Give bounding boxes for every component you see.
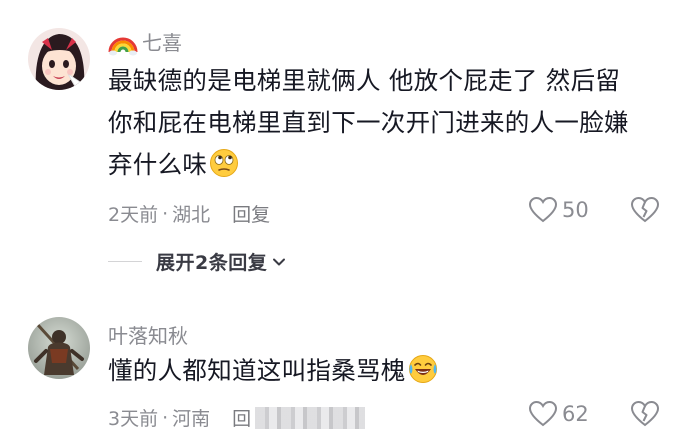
broken-heart-icon [630,196,660,223]
like-count: 50 [562,198,589,222]
divider [108,261,142,262]
redaction-overlay [255,407,366,429]
comment-time: 2天前 [108,204,159,226]
reply-button[interactable]: 回复 [232,200,270,227]
comment-text: 懂的人都知道这叫指桑骂槐 [108,350,668,392]
reply-label: 回 [232,408,252,430]
heart-outline-icon [528,196,558,223]
expand-replies-button[interactable]: 展开2条回复 [108,248,287,275]
comment-line-last: 弃什么味 [108,144,668,186]
heart-outline-icon [528,400,558,427]
like-button[interactable]: 62 [528,400,589,428]
avatar[interactable] [28,317,90,379]
expand-replies-label: 展开2条回复 [156,252,268,274]
comment-line-text: 弃什么味 [108,150,208,179]
comment-line-last: 懂的人都知道这叫指桑骂槐 [108,350,668,392]
dislike-button[interactable] [630,196,660,228]
comment-meta: 3天前 · 河南 回 [108,404,366,431]
broken-heart-icon [630,400,660,427]
username-text: 叶落知秋 [108,324,188,348]
avatar[interactable] [28,28,90,90]
comment-location: 河南 [172,408,211,430]
comment-text: 最缺德的是电梯里就俩人 他放个屁走了 然后留 你和屁在电梯里直到下一次开门进来的… [108,60,668,186]
username-text: 七喜 [142,31,182,55]
reply-button[interactable]: 回 [232,404,366,431]
comment-line: 你和屁在电梯里直到下一次开门进来的人一脸嫌 [108,108,629,137]
username[interactable]: 七喜 [108,27,182,56]
warrior-figure-avatar-icon [28,317,90,379]
username[interactable]: 叶落知秋 [108,320,188,349]
chevron-down-icon [273,258,286,265]
comment-line: 最缺德的是电梯里就俩人 他放个屁走了 然后留 [108,66,621,95]
meta-separator: · [162,202,169,225]
anime-girl-avatar-icon [28,28,90,90]
eye-roll-emoji-icon [210,149,239,177]
like-count: 62 [562,402,589,426]
comment-time: 3天前 [108,408,159,430]
meta-separator: · [162,406,169,429]
comment-meta: 2天前 · 湖北 回复 [108,200,270,227]
dislike-button[interactable] [630,400,660,432]
comment-item: 七喜 最缺德的是电梯里就俩人 他放个屁走了 然后留 你和屁在电梯里直到下一次开门… [0,0,690,300]
rainbow-icon [108,37,138,55]
comment-location: 湖北 [172,204,211,226]
laughing-crying-emoji-icon [408,355,437,383]
like-button[interactable]: 50 [528,196,589,224]
comment-line-text: 懂的人都知道这叫指桑骂槐 [108,356,406,385]
comment-item: 叶落知秋 懂的人都知道这叫指桑骂槐 3天前 · 河南 回 62 [0,300,690,439]
